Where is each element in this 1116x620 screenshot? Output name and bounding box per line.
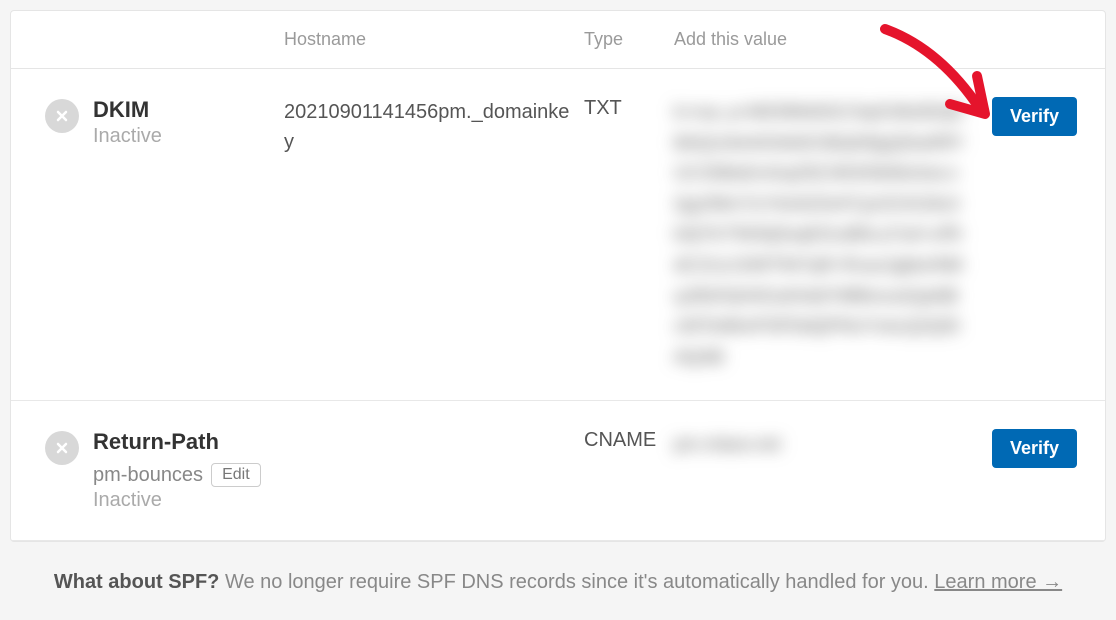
record-status: Inactive [93, 489, 284, 512]
edit-button[interactable]: Edit [211, 463, 261, 487]
record-name: DKIM [93, 97, 162, 123]
table-header: Hostname Type Add this value [11, 11, 1105, 69]
record-type: TXT [584, 97, 674, 120]
record-type: CNAME [584, 429, 674, 452]
header-hostname: Hostname [284, 29, 584, 50]
header-type: Type [584, 29, 674, 50]
verify-button[interactable]: Verify [992, 429, 1077, 468]
table-row: Return-Path pm-bounces Edit Inactive CNA… [11, 401, 1105, 541]
header-value: Add this value [674, 29, 977, 50]
inactive-icon [45, 431, 79, 465]
table-row: DKIM Inactive 20210901141456pm._domainke… [11, 69, 1105, 401]
record-name: Return-Path [93, 429, 219, 455]
learn-more-link[interactable]: Learn more → [934, 571, 1062, 593]
dns-records-panel: Hostname Type Add this value DKIM Inacti… [10, 10, 1106, 542]
record-hostname: 20210901141456pm._domainkey [284, 97, 584, 157]
spf-note-lead: What about SPF? [54, 571, 220, 593]
inactive-icon [45, 99, 79, 133]
record-value-blurred: pm.mtasv.net [674, 429, 977, 460]
verify-button[interactable]: Verify [992, 97, 1077, 136]
record-status: Inactive [93, 125, 162, 148]
spf-note: What about SPF? We no longer require SPF… [10, 542, 1106, 608]
record-subdomain: pm-bounces [93, 464, 203, 487]
spf-note-body: We no longer require SPF DNS records sin… [219, 571, 934, 593]
record-value-blurred: k=rsa; p=MIGfMA0GCSqGSIb3DQEBAQUAA4GNADC… [674, 97, 977, 372]
